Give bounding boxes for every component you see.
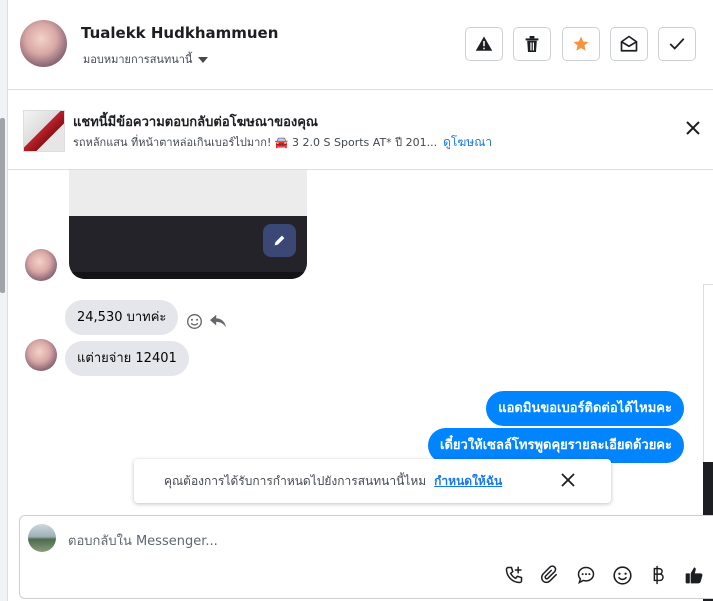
paperclip-icon: [540, 565, 558, 584]
emoji-button[interactable]: [610, 563, 634, 587]
contact-avatar[interactable]: [20, 20, 67, 67]
right-panel-edge: [703, 284, 713, 463]
close-banner-icon[interactable]: [685, 120, 701, 136]
envelope-open-icon: [620, 35, 638, 52]
warning-icon: [475, 36, 493, 51]
outgoing-message[interactable]: เดี๋ยวให้เซลล์โทรพูดคุยรายละเอียดด้วยคะ: [428, 428, 684, 463]
chat-bubble-icon: [577, 566, 595, 585]
sender-avatar[interactable]: [25, 339, 57, 371]
page-avatar: [28, 524, 56, 552]
pencil-icon: [274, 235, 285, 246]
contact-name[interactable]: Tualekk Hudkhammuen: [81, 24, 278, 42]
incoming-message[interactable]: 24,530 บาทค่ะ: [65, 300, 179, 335]
reply-input[interactable]: ตอบกลับใน Messenger...: [68, 530, 218, 551]
outgoing-message[interactable]: แอดมินขอเบอร์ติดต่อได้ไหมคะ: [486, 391, 684, 426]
call-button[interactable]: [502, 563, 526, 587]
banner-title: แชทนี้มีข้อความตอบกลับต่อโฆษณาของคุณ: [73, 115, 318, 130]
close-prompt-icon[interactable]: [561, 473, 575, 487]
ad-caption: รถหลักแสน ที่หน้าตาหล่อเกินเบอร์ไปมาก! 🚘…: [73, 136, 438, 149]
view-ad-link[interactable]: ดูโฆษณา: [443, 135, 492, 149]
caret-down-icon: [198, 57, 209, 63]
check-icon: [669, 38, 685, 50]
trash-icon: [525, 36, 539, 52]
ad-thumbnail[interactable]: [23, 110, 65, 152]
thumbs-up-icon: [685, 567, 703, 584]
edit-image-button[interactable]: [263, 224, 296, 257]
image-attachment[interactable]: [69, 170, 307, 279]
phone-plus-icon: [505, 566, 523, 584]
incoming-message[interactable]: แต่ายจ่าย 12401: [65, 341, 189, 376]
done-button[interactable]: [658, 27, 696, 61]
assign-question: คุณต้องการได้รับการกำหนดไปยังการสนทนานี้…: [164, 474, 427, 488]
saved-replies-button[interactable]: [574, 563, 598, 587]
star-icon: [573, 36, 589, 51]
message-composer: ตอบกลับใน Messenger...: [19, 515, 713, 599]
emoji-icon: [612, 565, 632, 585]
assign-to-me-link[interactable]: กำหนดให้ฉัน: [434, 474, 502, 488]
sender-avatar[interactable]: [25, 249, 57, 281]
banner-subtitle: รถหลักแสน ที่หน้าตาหล่อเกินเบอร์ไปมาก! 🚘…: [73, 133, 492, 152]
left-panel-edge: [0, 0, 8, 601]
left-scrollbar[interactable]: [0, 118, 5, 293]
reply-icon[interactable]: [209, 313, 227, 329]
assign-prompt: คุณต้องการได้รับการกำหนดไปยังการสนทนานี้…: [134, 459, 611, 503]
attach-button[interactable]: [538, 563, 562, 587]
assign-label: มอบหมายการสนทนานี้: [83, 53, 193, 66]
send-like-button[interactable]: [682, 563, 706, 587]
assign-prompt-text: คุณต้องการได้รับการกำหนดไปยังการสนทนานี้…: [164, 472, 502, 491]
baht-icon: [653, 565, 664, 585]
ad-reply-banner: แชทนี้มีข้อความตอบกลับต่อโฆษณาของคุณ รถห…: [8, 90, 713, 170]
assign-conversation-dropdown[interactable]: มอบหมายการสนทนานี้: [83, 50, 209, 68]
payment-button[interactable]: [646, 563, 670, 587]
report-button[interactable]: [465, 27, 503, 61]
mark-unread-button[interactable]: [610, 27, 648, 61]
conversation-header: Tualekk Hudkhammuen มอบหมายการสนทนานี้: [8, 0, 713, 90]
image-bottom-strip: [69, 272, 307, 279]
star-button[interactable]: [562, 27, 600, 61]
react-emoji-icon[interactable]: [186, 313, 203, 330]
delete-button[interactable]: [513, 27, 551, 61]
